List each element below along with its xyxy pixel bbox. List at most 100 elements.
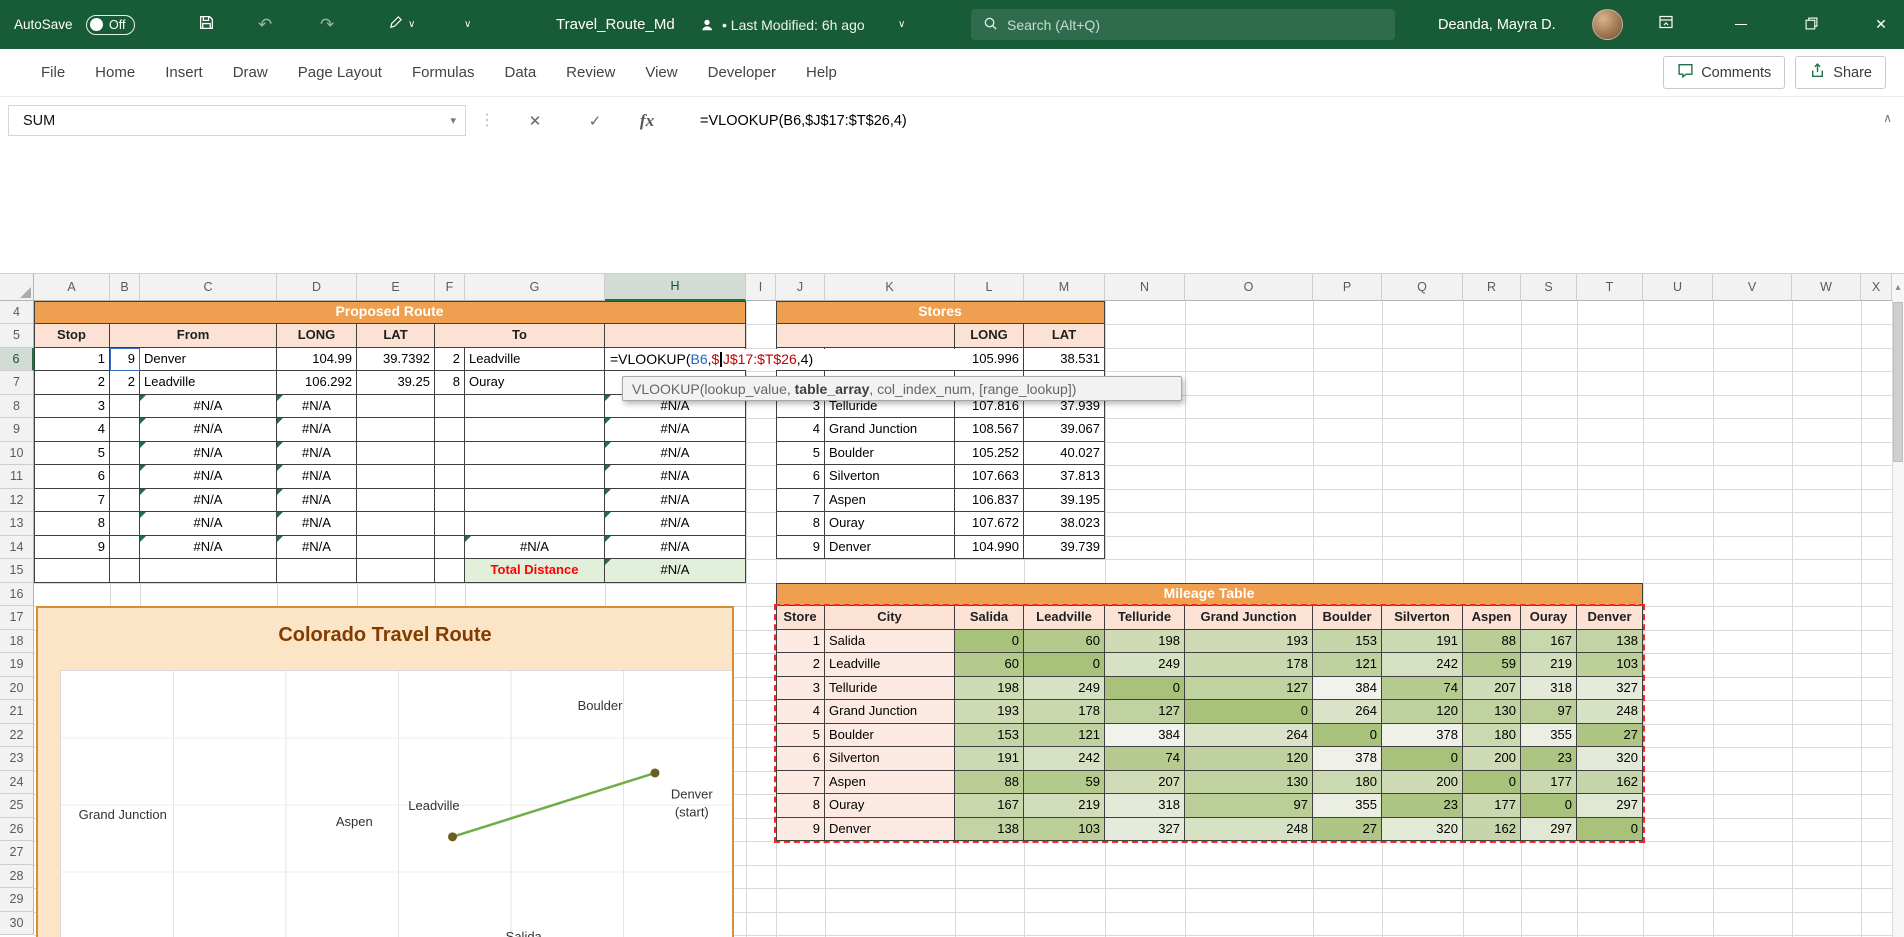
cell-L10[interactable]: 105.252	[955, 441, 1024, 465]
cell-E5[interactable]: LAT	[357, 324, 435, 348]
cell-G13[interactable]	[465, 512, 605, 536]
cell-S17[interactable]: Ouray	[1521, 606, 1577, 630]
cell-C8[interactable]: #N/A	[140, 394, 277, 418]
cell-B10[interactable]	[110, 441, 140, 465]
cell-S19[interactable]: 219	[1521, 653, 1577, 677]
cell-M18[interactable]: 60	[1024, 629, 1105, 653]
cell-F12[interactable]	[435, 488, 465, 512]
row-header-30[interactable]: 30	[0, 911, 34, 935]
cell-K21[interactable]: Grand Junction	[825, 700, 955, 724]
scroll-up-icon[interactable]: ▴	[1892, 274, 1904, 300]
cell-J21[interactable]: 4	[776, 700, 825, 724]
redo-button[interactable]: ↷	[320, 0, 334, 49]
cell-F7[interactable]: 8	[435, 371, 465, 395]
col-header-V[interactable]: V	[1713, 274, 1792, 301]
cell-A6[interactable]: 1	[34, 347, 110, 371]
cell-J26[interactable]: 9	[776, 817, 825, 841]
cell-Q22[interactable]: 378	[1382, 723, 1463, 747]
cell-L26[interactable]: 138	[955, 817, 1024, 841]
cell-G8[interactable]	[465, 394, 605, 418]
row-header-9[interactable]: 9	[0, 418, 34, 442]
col-header-T[interactable]: T	[1577, 274, 1643, 301]
row-header-22[interactable]: 22	[0, 723, 34, 747]
cell-G11[interactable]	[465, 465, 605, 489]
cell-L23[interactable]: 191	[955, 747, 1024, 771]
cell-M13[interactable]: 38.023	[1024, 512, 1105, 536]
cell-N20[interactable]: 0	[1105, 676, 1185, 700]
cell-D10[interactable]: #N/A	[277, 441, 357, 465]
cell-Q18[interactable]: 191	[1382, 629, 1463, 653]
route-table-title[interactable]: Proposed Route	[34, 300, 746, 324]
cell-H5[interactable]	[605, 324, 746, 348]
cell-F9[interactable]	[435, 418, 465, 442]
cell-M24[interactable]: 59	[1024, 770, 1105, 794]
row-header-18[interactable]: 18	[0, 629, 34, 653]
cell-K19[interactable]: Leadville	[825, 653, 955, 677]
col-header-X[interactable]: X	[1861, 274, 1892, 301]
cell-B8[interactable]	[110, 394, 140, 418]
cell-H12[interactable]: #N/A	[605, 488, 746, 512]
cell-T20[interactable]: 327	[1577, 676, 1643, 700]
cell-S23[interactable]: 23	[1521, 747, 1577, 771]
minimize-button[interactable]	[1718, 0, 1764, 49]
cell-S18[interactable]: 167	[1521, 629, 1577, 653]
row-header-24[interactable]: 24	[0, 770, 34, 794]
cell-O20[interactable]: 127	[1185, 676, 1313, 700]
tab-formulas[interactable]: Formulas	[397, 49, 490, 96]
cell-K13[interactable]: Ouray	[825, 512, 955, 536]
cell-L21[interactable]: 193	[955, 700, 1024, 724]
cell-D6[interactable]: 104.99	[277, 347, 357, 371]
row-header-19[interactable]: 19	[0, 653, 34, 677]
cell-Q26[interactable]: 320	[1382, 817, 1463, 841]
cell-R25[interactable]: 177	[1463, 794, 1521, 818]
stores-table-title[interactable]: Stores	[776, 300, 1105, 324]
user-avatar[interactable]	[1592, 9, 1623, 40]
cell-J25[interactable]: 8	[776, 794, 825, 818]
cell-Q23[interactable]: 0	[1382, 747, 1463, 771]
col-header-W[interactable]: W	[1792, 274, 1861, 301]
row-header-26[interactable]: 26	[0, 817, 34, 841]
row-header-23[interactable]: 23	[0, 747, 34, 771]
cell-D7[interactable]: 106.292	[277, 371, 357, 395]
cell-S26[interactable]: 297	[1521, 817, 1577, 841]
cell-T24[interactable]: 162	[1577, 770, 1643, 794]
cell-M23[interactable]: 242	[1024, 747, 1105, 771]
cell-T22[interactable]: 27	[1577, 723, 1643, 747]
cell-K12[interactable]: Aspen	[825, 488, 955, 512]
cell-P21[interactable]: 264	[1313, 700, 1382, 724]
formula-input[interactable]: =VLOOKUP(B6,$J$17:$T$26,4)	[700, 105, 907, 136]
last-modified-status[interactable]: • Last Modified: 6h ago	[722, 0, 865, 49]
cell-J13[interactable]: 8	[776, 512, 825, 536]
cell-B14[interactable]	[110, 535, 140, 559]
cell-J9[interactable]: 4	[776, 418, 825, 442]
cell-O23[interactable]: 120	[1185, 747, 1313, 771]
cell-N26[interactable]: 327	[1105, 817, 1185, 841]
row-header-13[interactable]: 13	[0, 512, 34, 536]
cell-M12[interactable]: 39.195	[1024, 488, 1105, 512]
cell-M19[interactable]: 0	[1024, 653, 1105, 677]
row-header-29[interactable]: 29	[0, 888, 34, 912]
cell-J10[interactable]: 5	[776, 441, 825, 465]
cell-K23[interactable]: Silverton	[825, 747, 955, 771]
cell-D5[interactable]: LONG	[277, 324, 357, 348]
cell-C6[interactable]: Denver	[140, 347, 277, 371]
cell-E15[interactable]	[357, 559, 435, 583]
mileage-table-title[interactable]: Mileage Table	[776, 582, 1643, 606]
row-header-4[interactable]: 4	[0, 300, 34, 324]
row-header-11[interactable]: 11	[0, 465, 34, 489]
cell-L12[interactable]: 106.837	[955, 488, 1024, 512]
cell-J11[interactable]: 6	[776, 465, 825, 489]
cell-P17[interactable]: Boulder	[1313, 606, 1382, 630]
undo-button[interactable]: ↶	[258, 0, 272, 49]
cell-Q17[interactable]: Silverton	[1382, 606, 1463, 630]
cell-L25[interactable]: 167	[955, 794, 1024, 818]
tab-view[interactable]: View	[630, 49, 692, 96]
cell-J20[interactable]: 3	[776, 676, 825, 700]
cell-M17[interactable]: Leadville	[1024, 606, 1105, 630]
cell-R20[interactable]: 207	[1463, 676, 1521, 700]
cell-L6[interactable]: 105.996	[955, 347, 1024, 371]
cell-T19[interactable]: 103	[1577, 653, 1643, 677]
col-header-L[interactable]: L	[955, 274, 1024, 301]
cell-J5[interactable]	[776, 324, 955, 348]
cell-Q20[interactable]: 74	[1382, 676, 1463, 700]
